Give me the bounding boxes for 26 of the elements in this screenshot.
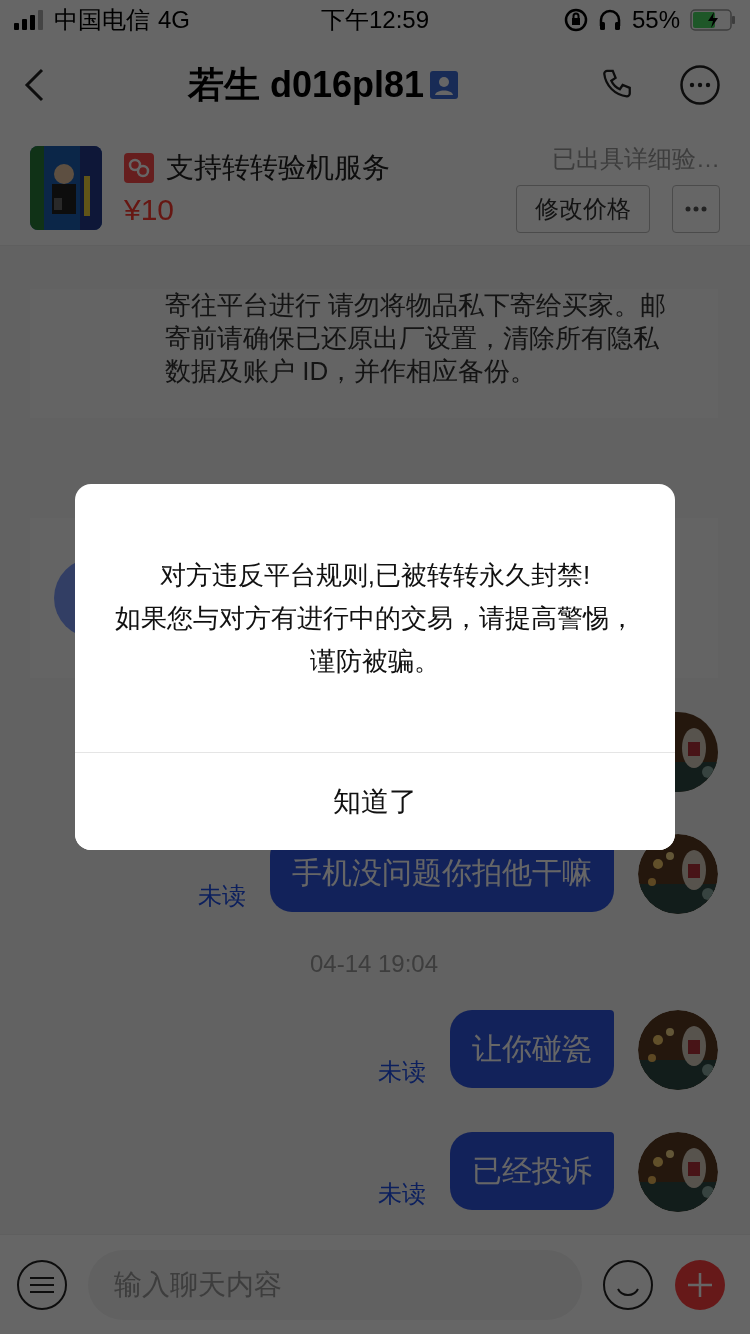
message-bubble: 已经投诉 (450, 1132, 614, 1210)
network-label: 4G (158, 6, 190, 34)
clock: 下午12:59 (320, 5, 430, 35)
menu-button[interactable] (16, 1258, 68, 1311)
rotation-lock-icon (563, 8, 588, 32)
ellipsis-icon (685, 205, 707, 212)
price-label: ¥10 (124, 192, 176, 227)
more-options-button[interactable] (672, 184, 720, 233)
unread-label: 未读 (378, 1057, 426, 1087)
message-bubble: 让你碰瓷 (450, 1010, 614, 1088)
profile-badge-icon (430, 71, 459, 99)
battery-icon (690, 9, 736, 31)
dialog-message: 对方违反平台规则,已被转转永久封禁! 如果您与对方有进行中的交易，请提高警惕，谨防被骗。 (115, 558, 635, 678)
battery-percent: 55% (631, 6, 680, 34)
inspection-service-icon (124, 152, 154, 183)
back-button[interactable] (22, 67, 46, 103)
unread-label: 未读 (378, 1179, 426, 1209)
carrier-label: 中国电信 (54, 5, 150, 35)
more-button[interactable] (680, 65, 720, 105)
chat-title: 若生 d016pl81 (187, 62, 425, 107)
signal-icon (14, 10, 46, 30)
emoji-button[interactable] (602, 1258, 654, 1311)
headphones-icon (597, 8, 622, 32)
add-button[interactable] (674, 1258, 726, 1311)
service-label: 支持转转验机服务 (166, 150, 390, 185)
unread-label: 未读 (198, 881, 246, 911)
